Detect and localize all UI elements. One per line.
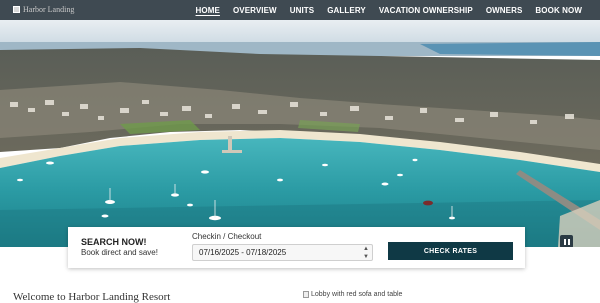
lobby-image: Lobby with red sofa and table bbox=[303, 291, 402, 298]
welcome-heading: Welcome to Harbor Landing Resort bbox=[13, 291, 171, 303]
nav-vacation-ownership[interactable]: VACATION OWNERSHIP bbox=[379, 6, 473, 15]
search-now-subtitle: Book direct and save! bbox=[81, 248, 158, 257]
date-range-label: Checkin / Checkout bbox=[192, 232, 262, 241]
broken-image-icon bbox=[303, 291, 309, 298]
logo-text: Harbor Landing bbox=[23, 5, 75, 14]
logo[interactable]: Harbor Landing bbox=[13, 5, 74, 14]
hero-image bbox=[0, 20, 600, 247]
top-navigation: Harbor Landing HOME OVERVIEW UNITS GALLE… bbox=[0, 0, 600, 20]
nav-overview[interactable]: OVERVIEW bbox=[233, 6, 277, 15]
search-now-heading: SEARCH NOW! bbox=[81, 237, 147, 247]
nav-units[interactable]: UNITS bbox=[290, 6, 315, 15]
nav-owners[interactable]: OWNERS bbox=[486, 6, 523, 15]
broken-image-icon bbox=[13, 6, 20, 13]
nav-home[interactable]: HOME bbox=[196, 6, 220, 15]
booking-widget: SEARCH NOW! Book direct and save! Checki… bbox=[68, 227, 525, 268]
pause-slideshow-button[interactable] bbox=[560, 235, 573, 247]
nav-book-now[interactable]: BOOK NOW bbox=[535, 6, 582, 15]
pause-icon bbox=[563, 238, 566, 245]
nav-gallery[interactable]: GALLERY bbox=[327, 6, 366, 15]
aerial-harbor-illustration bbox=[0, 20, 600, 247]
date-spinner-icon[interactable]: ▲ ▼ bbox=[363, 245, 369, 261]
date-range-value: 07/16/2025 - 07/18/2025 bbox=[199, 248, 287, 257]
main-nav: HOME OVERVIEW UNITS GALLERY VACATION OWN… bbox=[196, 0, 582, 20]
check-rates-button[interactable]: CHECK RATES bbox=[388, 242, 513, 260]
pause-icon-bar bbox=[567, 238, 570, 245]
date-range-input[interactable]: 07/16/2025 - 07/18/2025 ▲ ▼ bbox=[192, 244, 373, 261]
lobby-image-alt-text: Lobby with red sofa and table bbox=[311, 291, 403, 298]
